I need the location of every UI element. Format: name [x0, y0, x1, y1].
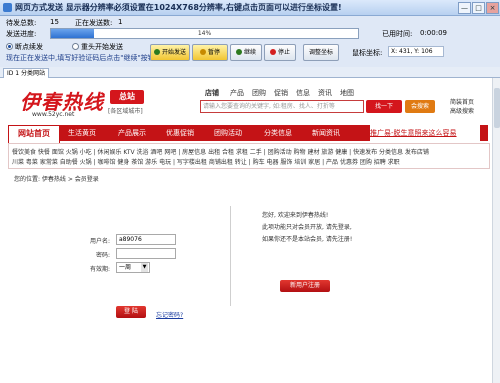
vertical-scrollbar[interactable] [492, 78, 500, 383]
nav-newsinfo[interactable]: 新闻资讯 [312, 125, 340, 141]
nav-showcase[interactable]: 产品展示 [118, 125, 146, 141]
category-row-1[interactable]: 餐饮美食 快餐 面馆 火锅 小吃 | 休闲娱乐 KTV 洗浴 酒吧 网吧 | 房… [12, 147, 429, 156]
register-line-2: 此项功能只对会员开放, 请先登录, [262, 224, 352, 231]
expire-select[interactable]: 一周 ▼ [116, 262, 150, 273]
stop-icon [269, 49, 276, 55]
form-divider [230, 206, 231, 306]
category-row-2[interactable]: 川菜 粤菜 家常菜 自助餐 火锅 | 咖啡馆 健身 茶馆 游乐 电玩 | 写字楼… [12, 157, 400, 166]
continue-label: 继续 [243, 49, 256, 56]
elapsed-label: 已用时间: [382, 30, 413, 38]
pending-value: 15 [50, 18, 59, 26]
radio-dot [72, 43, 79, 50]
status-tip: 现在正在发送中,填写好验证码后点击"继续"按钮 [6, 54, 155, 62]
search-input[interactable]: 请输入您要查询的关键字, 如:租房、找人、打折等 [200, 100, 364, 113]
nav-groupbuy[interactable]: 团购 [252, 88, 266, 98]
tab-active[interactable]: ID 1 分类网站 [3, 68, 50, 78]
mouse-coord-label: 鼠标坐标: [352, 49, 383, 57]
continue-button[interactable]: 继续 [230, 44, 262, 61]
simple-home-link[interactable]: 简装首页 [450, 98, 474, 107]
expire-label: 有效期: [90, 266, 111, 273]
pause-icon [199, 49, 206, 55]
site-url: www.52yc.net [32, 111, 75, 118]
city-badge-sub[interactable]: [各区域城市] [108, 106, 143, 115]
expire-value: 一周 [119, 264, 132, 271]
register-info: 您好, 欢迎来到伊春热线! 此项功能只对会员开放, 请先登录, 如果你还不是本站… [262, 210, 352, 246]
tab-strip: ID 1 分类网站 [0, 67, 500, 78]
play-icon [153, 49, 160, 55]
stop-button[interactable]: 停止 [264, 44, 296, 61]
sending-label: 正在发送数: [75, 19, 113, 27]
login-button[interactable]: 登 陆 [116, 306, 146, 318]
password-label: 密码: [96, 252, 111, 259]
promo-link[interactable]: 推广易-脱生意照来这么容易 [370, 125, 480, 141]
nav-discount[interactable]: 优惠促销 [166, 125, 194, 141]
window-title: 网页方式发送 显示器分辨率必须设置在1024X768分辨率,右键点击页面可以进行… [15, 3, 342, 12]
progress-label: 发送进度: [6, 30, 37, 38]
nav-classified[interactable]: 分类信息 [264, 125, 292, 141]
stop-label: 停止 [277, 49, 290, 56]
forgot-password-link[interactable]: 忘记密码? [156, 310, 183, 319]
nav-news[interactable]: 资讯 [318, 88, 332, 98]
web-view: 伊春热线 www.52yc.net 总站 [各区域城市] 店铺 产品 团购 促销… [0, 78, 492, 383]
mall-search-button[interactable]: 会搜索 [405, 100, 435, 113]
register-line-3: 如果你还不是本站会员, 请先注册! [262, 236, 353, 243]
radio-dot [6, 43, 13, 50]
nav-promo[interactable]: 促销 [274, 88, 288, 98]
progress-text: 14% [197, 30, 212, 37]
nav-shops[interactable]: 店铺 [205, 88, 219, 98]
pending-label: 待发总数: [6, 19, 37, 27]
register-line-1: 您好, 欢迎来到伊春热线! [262, 212, 329, 219]
nav-groupbuy-activity[interactable]: 团购活动 [214, 125, 242, 141]
password-input[interactable] [116, 248, 176, 259]
start-button[interactable]: 开始发送 [150, 44, 190, 61]
mouse-coord-field: X: 431, Y: 106 [388, 46, 444, 57]
progress-bar: 14% [50, 28, 359, 39]
radio-resume-label: 断点续发 [15, 43, 43, 51]
radio-resume[interactable]: 断点续发 [6, 42, 43, 52]
search-button[interactable]: 找一下 [366, 100, 402, 113]
nav-map[interactable]: 地图 [340, 88, 354, 98]
minimize-button[interactable]: — [458, 2, 471, 14]
maximize-button[interactable]: □ [472, 2, 485, 14]
title-bar: 网页方式发送 显示器分辨率必须设置在1024X768分辨率,右键点击页面可以进行… [0, 0, 500, 16]
radio-restart[interactable]: 重头开始发送 [72, 42, 123, 52]
sending-value: 1 [118, 18, 123, 26]
pause-button[interactable]: 暂停 [192, 44, 228, 61]
category-grid: 餐饮美食 快餐 面馆 火锅 小吃 | 休闲娱乐 KTV 洗浴 酒吧 网吧 | 房… [8, 143, 490, 169]
radio-restart-label: 重头开始发送 [81, 43, 123, 51]
city-badge[interactable]: 总站 [110, 90, 144, 104]
nav-yellowpages[interactable]: 生活黄页 [68, 125, 96, 141]
scrollbar-thumb[interactable] [494, 88, 500, 128]
breadcrumb: 您的位置: 伊春热线 > 会员登录 [14, 176, 99, 183]
start-label: 开始发送 [161, 49, 186, 56]
pause-label: 暂停 [207, 49, 220, 56]
close-button[interactable]: × [486, 2, 499, 14]
right-links: 简装首页 高级搜索 [450, 98, 474, 116]
register-button[interactable]: 新用户注册 [280, 280, 330, 292]
nav-info[interactable]: 信息 [296, 88, 310, 98]
dropdown-arrow-icon: ▼ [141, 263, 148, 272]
adjust-coords-button[interactable]: 调整坐标 [303, 44, 339, 61]
advanced-search-link[interactable]: 高级搜索 [450, 107, 474, 116]
app-icon [3, 3, 12, 12]
nav-home[interactable]: 网站首页 [8, 125, 60, 144]
continue-icon [235, 49, 242, 55]
username-input[interactable]: a89076 [116, 234, 176, 245]
username-label: 用户名: [90, 238, 111, 245]
nav-products[interactable]: 产品 [230, 88, 244, 98]
elapsed-value: 0:00:09 [420, 29, 447, 37]
